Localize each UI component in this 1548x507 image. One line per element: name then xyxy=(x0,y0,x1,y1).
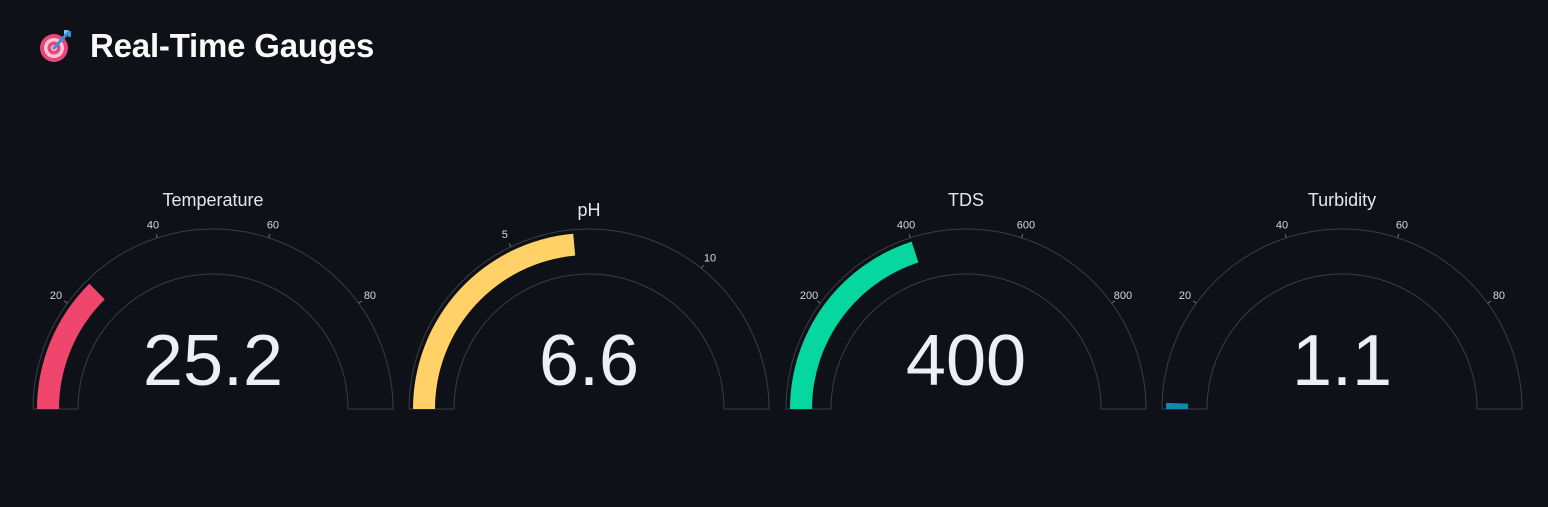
gauge-tick-label: 400 xyxy=(897,219,915,231)
gauge-tick-mark xyxy=(63,300,68,304)
gauge-chart: Temperature 20 40 60 80 25.2 xyxy=(32,190,394,410)
gauge-tick-label: 80 xyxy=(364,290,376,302)
gauge-chart: pH 5 10 6.6 xyxy=(408,200,770,410)
gauge-tick-mark xyxy=(508,243,512,248)
gauge-tick-mark xyxy=(268,233,271,238)
gauge-tick-mark xyxy=(155,233,158,238)
page: Real-Time Gauges Temperature 20 40 60 80 25.2… xyxy=(0,0,1548,507)
gauge-tick-label: 40 xyxy=(1276,219,1288,231)
gauge-tick-label: 20 xyxy=(50,290,62,302)
gauge-tick-label: 60 xyxy=(1396,219,1408,231)
gauge-ph: pH 5 10 6.6 xyxy=(402,170,779,430)
target-dart-icon xyxy=(38,28,74,64)
gauge-chart: Turbidity 20 40 60 80 1.1 xyxy=(1161,190,1523,410)
gauge-value-bar xyxy=(790,241,919,409)
gauge-tick-mark xyxy=(1192,300,1197,304)
gauge-title: TDS xyxy=(948,190,984,210)
gauge-tick-label: 600 xyxy=(1017,219,1035,231)
gauge-tick-label: 800 xyxy=(1114,290,1132,302)
gauge-tick-label: 20 xyxy=(1179,290,1191,302)
gauge-tick-label: 80 xyxy=(1493,290,1505,302)
gauge-value: 1.1 xyxy=(1292,321,1392,401)
gauge-tds: TDS 200 400 600 800 400 xyxy=(779,170,1156,430)
gauge-value: 400 xyxy=(906,321,1026,401)
gauge-turbidity: Turbidity 20 40 60 80 1.1 xyxy=(1155,170,1532,430)
page-title: Real-Time Gauges xyxy=(90,27,375,64)
gauge-value: 6.6 xyxy=(539,321,639,401)
gauge-temperature: Temperature 20 40 60 80 25.2 xyxy=(26,170,403,430)
page-header: Real-Time Gauges xyxy=(38,24,374,68)
gauge-tick-label: 60 xyxy=(267,219,279,231)
gauge-chart: TDS 200 400 600 800 400 xyxy=(785,190,1147,410)
gauge-title: Turbidity xyxy=(1308,190,1376,210)
gauge-tick-label: 200 xyxy=(800,290,818,302)
gauge-tick-mark xyxy=(358,300,363,304)
gauge-title: Temperature xyxy=(162,190,263,210)
gauge-tick-label: 5 xyxy=(502,229,508,241)
gauge-tick-mark xyxy=(1397,233,1400,238)
gauge-tick-label: 10 xyxy=(704,252,716,264)
gauge-value-bar xyxy=(37,283,105,409)
gauge-tick-mark xyxy=(1021,233,1024,238)
gauge-title: pH xyxy=(577,200,600,220)
gauge-tick-mark xyxy=(1284,233,1287,238)
gauge-tick-mark xyxy=(700,264,705,269)
gauge-value: 25.2 xyxy=(143,321,283,401)
gauge-value-bar xyxy=(1166,402,1189,409)
gauge-tick-mark xyxy=(908,233,911,238)
gauge-row: Temperature 20 40 60 80 25.2 pH 5 10 6.6 TDS 200 4… xyxy=(0,170,1548,430)
gauge-tick-mark xyxy=(1487,300,1492,304)
gauge-tick-label: 40 xyxy=(147,219,159,231)
